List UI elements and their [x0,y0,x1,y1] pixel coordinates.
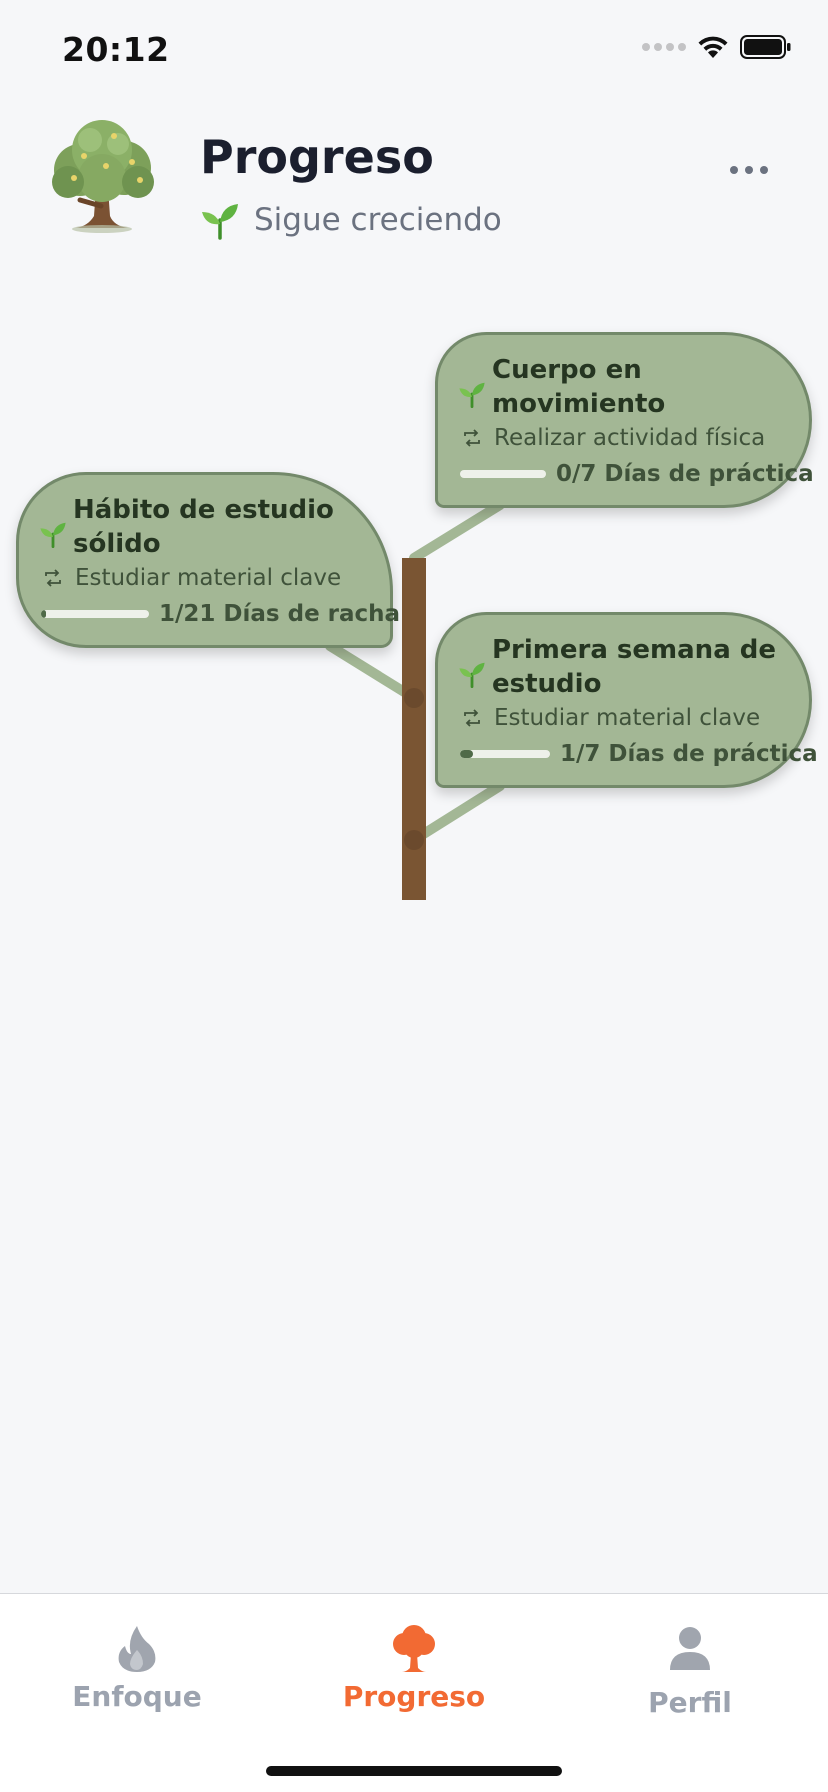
status-icons [642,34,792,60]
signal-icon [642,43,686,51]
more-options-button[interactable] [730,166,768,174]
goal-progress: 1/7 Días de práctica [460,741,818,767]
subtitle-text: Sigue creciendo [254,202,502,238]
repeat-icon [464,429,480,447]
flame-icon [118,1626,156,1672]
dot-icon [760,166,768,174]
goal-card-habito-de-estudio-solido[interactable]: Hábito de estudio sólido Estudiar materi… [16,472,400,648]
sprout-icon [40,522,66,548]
battery-icon [740,35,791,59]
tree-icon [393,1625,435,1672]
goal-progress: 0/7 Días de práctica [460,461,814,487]
progress-bar [41,610,149,618]
tree-avatar-icon [52,120,154,233]
trunk-knot [404,688,424,708]
goal-title: Cuerpo en movimiento [492,355,666,419]
progress-screen: 20:12 Progreso Sigue creciendo Cuerpo en… [0,0,828,1792]
goal-action: Realizar actividad física [462,425,765,451]
sprout-icon [459,662,485,688]
goal-card-cuerpo-en-movimiento[interactable]: Cuerpo en movimiento Realizar actividad … [435,332,814,508]
progress-bar [460,750,550,758]
progress-bar [460,470,546,478]
goal-title: Primera semana de estudio [492,635,777,699]
sprout-icon [202,204,238,240]
trunk-knot [404,830,424,850]
goal-title: Hábito de estudio sólido [73,495,334,559]
tab-bar: Enfoque Progreso Perfil [0,1593,828,1792]
dot-icon [745,166,753,174]
person-icon [670,1627,710,1670]
sprout-icon [459,382,485,408]
tab-perfil[interactable]: Perfil [590,1624,790,1719]
goal-progress: 1/21 Días de racha [41,601,400,627]
tab-enfoque[interactable]: Enfoque [37,1624,237,1713]
wifi-icon [698,36,728,58]
goal-action: Estudiar material clave [462,705,760,731]
status-time: 20:12 [62,30,170,69]
repeat-icon [45,569,61,587]
repeat-icon [464,709,480,727]
goal-card-primera-semana-de-estudio[interactable]: Primera semana de estudio Estudiar mater… [435,612,818,788]
goal-action: Estudiar material clave [43,565,341,591]
subtitle-row: Sigue creciendo [200,200,502,240]
tab-progreso[interactable]: Progreso [314,1624,514,1713]
home-indicator [266,1766,562,1776]
page-title: Progreso [200,130,434,184]
dot-icon [730,166,738,174]
